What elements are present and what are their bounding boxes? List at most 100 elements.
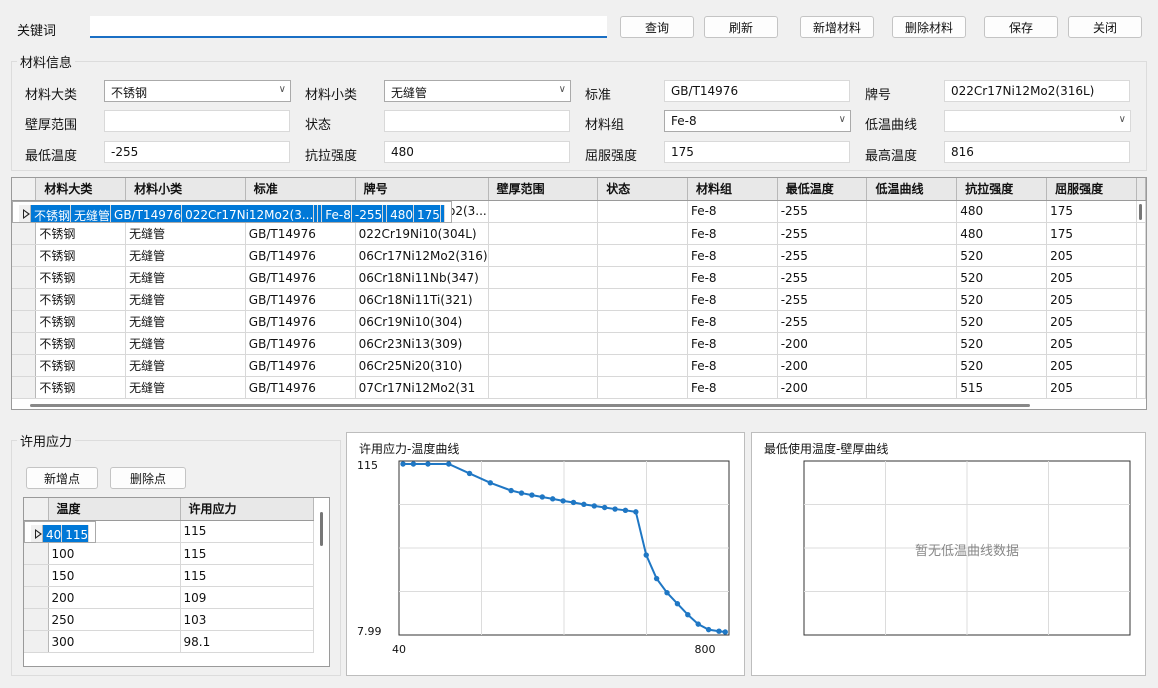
table-cell[interactable]: 06Cr17Ni12Mo2(316) — [355, 244, 489, 267]
table-cell[interactable] — [866, 354, 958, 377]
column-header[interactable]: 材料大类 — [35, 178, 127, 201]
table-cell[interactable]: -255 — [777, 288, 868, 311]
table-cell[interactable]: GB/T14976 — [245, 310, 356, 333]
table-cell[interactable]: Fe-8 — [687, 266, 778, 289]
table-row[interactable]: 不锈钢无缝管GB/T14976022Cr17Ni12Mo2(3... Fe-8-2… — [12, 200, 452, 223]
table-cell[interactable]: 520 — [956, 310, 1048, 333]
row-header[interactable] — [12, 222, 37, 245]
vertical-scrollbar[interactable] — [1139, 204, 1142, 220]
stress-grid[interactable]: 温度许用应力 401156511510011515011520010925010… — [23, 497, 330, 667]
column-header[interactable]: 许用应力 — [180, 498, 314, 521]
table-cell[interactable]: GB/T14976 — [245, 244, 356, 267]
table-cell[interactable]: 175 — [1046, 222, 1137, 245]
table-cell[interactable] — [488, 244, 599, 267]
save-button[interactable]: 保存 — [984, 16, 1058, 38]
table-cell[interactable]: 520 — [956, 244, 1048, 267]
table-cell[interactable]: 103 — [180, 608, 314, 631]
table-cell[interactable]: 205 — [1046, 266, 1137, 289]
table-cell[interactable]: Fe-8 — [687, 288, 778, 311]
state-input[interactable] — [384, 110, 570, 132]
table-cell[interactable]: 022Cr17Ni12Mo2(3... — [181, 204, 315, 222]
column-header[interactable]: 温度 — [48, 498, 181, 521]
table-cell[interactable] — [597, 266, 688, 289]
table-cell[interactable] — [488, 376, 599, 399]
table-cell[interactable]: GB/T14976 — [245, 332, 356, 355]
table-cell[interactable]: 150 — [48, 564, 181, 587]
keyword-input[interactable] — [90, 16, 607, 38]
delete-material-button[interactable]: 删除材料 — [892, 16, 966, 38]
row-header[interactable] — [12, 310, 37, 333]
table-row[interactable]: 不锈钢 无缝管 GB/T14976 06Cr18Ni11Ti(321) Fe-8 -255… — [12, 288, 1146, 311]
table-cell[interactable]: 200 — [48, 586, 181, 609]
column-header[interactable]: 牌号 — [355, 178, 489, 201]
table-cell[interactable]: -200 — [777, 354, 868, 377]
table-row[interactable]: 不锈钢 无缝管 GB/T14976 06Cr23Ni13(309) Fe-8 -200 52… — [12, 332, 1146, 355]
table-cell[interactable]: GB/T14976 — [245, 288, 356, 311]
table-cell[interactable]: 不锈钢 — [35, 222, 127, 245]
table-cell[interactable]: Fe-8 — [687, 222, 778, 245]
row-header[interactable] — [12, 376, 37, 399]
table-cell[interactable]: 250 — [48, 608, 181, 631]
table-cell[interactable]: Fe-8 — [687, 354, 778, 377]
table-cell[interactable] — [866, 200, 958, 223]
table-cell[interactable]: 515 — [956, 376, 1048, 399]
table-cell[interactable]: 205 — [1046, 310, 1137, 333]
table-cell[interactable] — [597, 244, 688, 267]
table-cell[interactable]: 205 — [1046, 376, 1137, 399]
table-row[interactable]: 40 115 — [24, 520, 97, 543]
table-cell[interactable]: 115 — [180, 564, 314, 587]
table-cell[interactable]: 无缝管 — [125, 222, 246, 245]
table-cell[interactable]: GB/T14976 — [245, 266, 356, 289]
table-cell[interactable] — [597, 354, 688, 377]
thickness-input[interactable] — [104, 110, 290, 132]
table-cell[interactable]: 无缝管 — [125, 266, 246, 289]
row-header[interactable] — [12, 266, 37, 289]
min-temp-input[interactable]: -255 — [104, 141, 290, 163]
table-cell[interactable]: 520 — [956, 332, 1048, 355]
table-row[interactable]: 300 98.1 — [24, 630, 314, 653]
row-header[interactable] — [24, 608, 49, 631]
row-header[interactable] — [24, 542, 49, 565]
table-cell[interactable]: 不锈钢 — [30, 204, 72, 222]
table-cell[interactable]: Fe-8 — [687, 244, 778, 267]
table-cell[interactable]: -255 — [777, 310, 868, 333]
row-header[interactable] — [24, 586, 49, 609]
table-cell[interactable]: 不锈钢 — [35, 244, 127, 267]
table-cell[interactable] — [597, 200, 688, 223]
table-cell[interactable]: Fe-8 — [687, 332, 778, 355]
table-cell[interactable]: 06Cr18Ni11Ti(321) — [355, 288, 489, 311]
table-cell[interactable] — [488, 310, 599, 333]
table-cell[interactable] — [866, 266, 958, 289]
grade-input[interactable]: 022Cr17Ni12Mo2(316L) — [944, 80, 1130, 102]
table-cell[interactable]: 无缝管 — [125, 244, 246, 267]
table-cell[interactable]: 300 — [48, 630, 181, 653]
table-cell[interactable]: -255 — [777, 266, 868, 289]
table-row[interactable]: 不锈钢 无缝管 GB/T14976 06Cr25Ni20(310) Fe-8 -200 52… — [12, 354, 1146, 377]
table-row[interactable]: 不锈钢 无缝管 GB/T14976 022Cr19Ni10(304L) Fe-8 -255… — [12, 222, 1146, 245]
column-header[interactable]: 壁厚范围 — [488, 178, 599, 201]
table-cell[interactable]: 115 — [180, 520, 314, 543]
table-cell[interactable]: 205 — [1046, 332, 1137, 355]
column-header[interactable]: 材料组 — [687, 178, 778, 201]
table-cell[interactable] — [488, 332, 599, 355]
table-cell[interactable]: GB/T14976 — [245, 376, 356, 399]
table-cell[interactable]: 480 — [386, 204, 414, 222]
add-material-button[interactable]: 新增材料 — [800, 16, 874, 38]
table-cell[interactable]: 115 — [180, 542, 314, 565]
column-header[interactable]: 状态 — [597, 178, 688, 201]
table-cell[interactable] — [866, 244, 958, 267]
vertical-scrollbar[interactable] — [320, 512, 323, 546]
table-cell[interactable]: -255 — [777, 222, 868, 245]
table-cell[interactable]: -255 — [351, 204, 384, 222]
table-row[interactable]: 200 109 — [24, 586, 314, 609]
table-cell[interactable]: -255 — [777, 244, 868, 267]
table-cell[interactable] — [866, 376, 958, 399]
yield-input[interactable]: 175 — [664, 141, 850, 163]
table-cell[interactable] — [597, 310, 688, 333]
table-cell[interactable]: 022Cr19Ni10(304L) — [355, 222, 489, 245]
table-cell[interactable]: 100 — [48, 542, 181, 565]
table-cell[interactable]: Fe-8 — [687, 310, 778, 333]
column-header[interactable]: 屈服强度 — [1046, 178, 1137, 201]
delete-point-button[interactable]: 删除点 — [110, 467, 186, 489]
table-cell[interactable]: 07Cr17Ni12Mo2(31 — [355, 376, 489, 399]
